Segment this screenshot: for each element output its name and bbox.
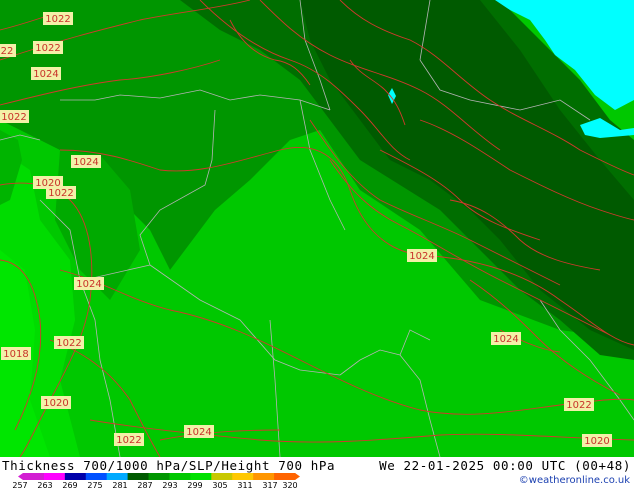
legend-swatch [64,473,87,480]
valid-time: We 22-01-2025 00:00 UTC (00+48) [379,458,631,473]
svg-text:1022: 1022 [566,400,591,411]
pressure-label: 1024 [184,425,214,438]
svg-text:1020: 1020 [584,436,609,447]
pressure-label: 1024 [74,277,104,290]
legend-swatch [253,473,275,480]
svg-text:1024: 1024 [186,427,211,438]
pressure-label: 1022 [0,110,29,123]
svg-text:1024: 1024 [76,279,101,290]
legend-swatch [23,473,45,480]
weather-map: 1022 1022 22 1024 1022 1024 1020 1022 10… [0,0,634,457]
pressure-label: 1024 [491,332,521,345]
pressure-label: 1022 [564,398,594,411]
svg-text:1024: 1024 [493,334,518,345]
legend-tick: 269 [62,481,78,490]
svg-text:1024: 1024 [409,251,434,262]
pressure-label: 1020 [582,434,612,447]
svg-text:1018: 1018 [3,349,28,360]
svg-text:1022: 1022 [48,188,73,199]
legend-tick: 263 [37,481,53,490]
legend-ticks: 257 263 269 275 281 287 293 299 305 311 … [12,481,318,490]
svg-text:1024: 1024 [33,69,58,80]
svg-text:1022: 1022 [35,43,60,54]
legend-tick: 320 [282,481,298,490]
legend-swatch [190,473,212,480]
legend-arrow-left [18,473,23,480]
legend-arrow-right [295,473,300,480]
pressure-label: 1022 [46,186,76,199]
pressure-label: 1022 [43,12,73,25]
legend-tick: 281 [112,481,128,490]
svg-text:1024: 1024 [73,157,98,168]
legend-tick: 305 [212,481,228,490]
legend-tick: 311 [237,481,253,490]
svg-text:1022: 1022 [56,338,81,349]
pressure-label: 1022 [33,41,63,54]
svg-text:22: 22 [1,46,14,57]
pressure-label: 1024 [71,155,101,168]
pressure-label: 1024 [407,249,437,262]
legend-swatch [127,473,150,480]
pressure-label: 1018 [1,347,31,360]
legend-tick: 299 [187,481,203,490]
legend-tick: 317 [262,481,278,490]
legend-tick: 257 [12,481,28,490]
pressure-label: 22 [0,44,16,57]
legend-swatch [85,473,108,480]
svg-text:1022: 1022 [1,112,26,123]
svg-text:1022: 1022 [45,14,70,25]
legend-tick: 275 [87,481,103,490]
legend-swatch [169,473,191,480]
legend-swatch [211,473,233,480]
legend-swatch [106,473,129,480]
svg-text:1022: 1022 [116,435,141,446]
legend-swatch [274,473,296,480]
legend-swatch [43,473,66,480]
svg-text:1020: 1020 [43,398,68,409]
map-footer: Thickness 700/1000 hPa/SLP/Height 700 hP… [0,457,634,490]
pressure-label: 1022 [114,433,144,446]
legend-swatch [148,473,170,480]
pressure-label: 1020 [41,396,71,409]
legend-colorbar [18,473,300,480]
pressure-label: 1022 [54,336,84,349]
pressure-label: 1024 [31,67,61,80]
legend-tick: 293 [162,481,178,490]
legend-tick: 287 [137,481,153,490]
legend-swatch [232,473,254,480]
copyright-link[interactable]: ©weatheronline.co.uk [519,475,630,486]
product-title: Thickness 700/1000 hPa/SLP/Height 700 hP… [2,458,336,473]
